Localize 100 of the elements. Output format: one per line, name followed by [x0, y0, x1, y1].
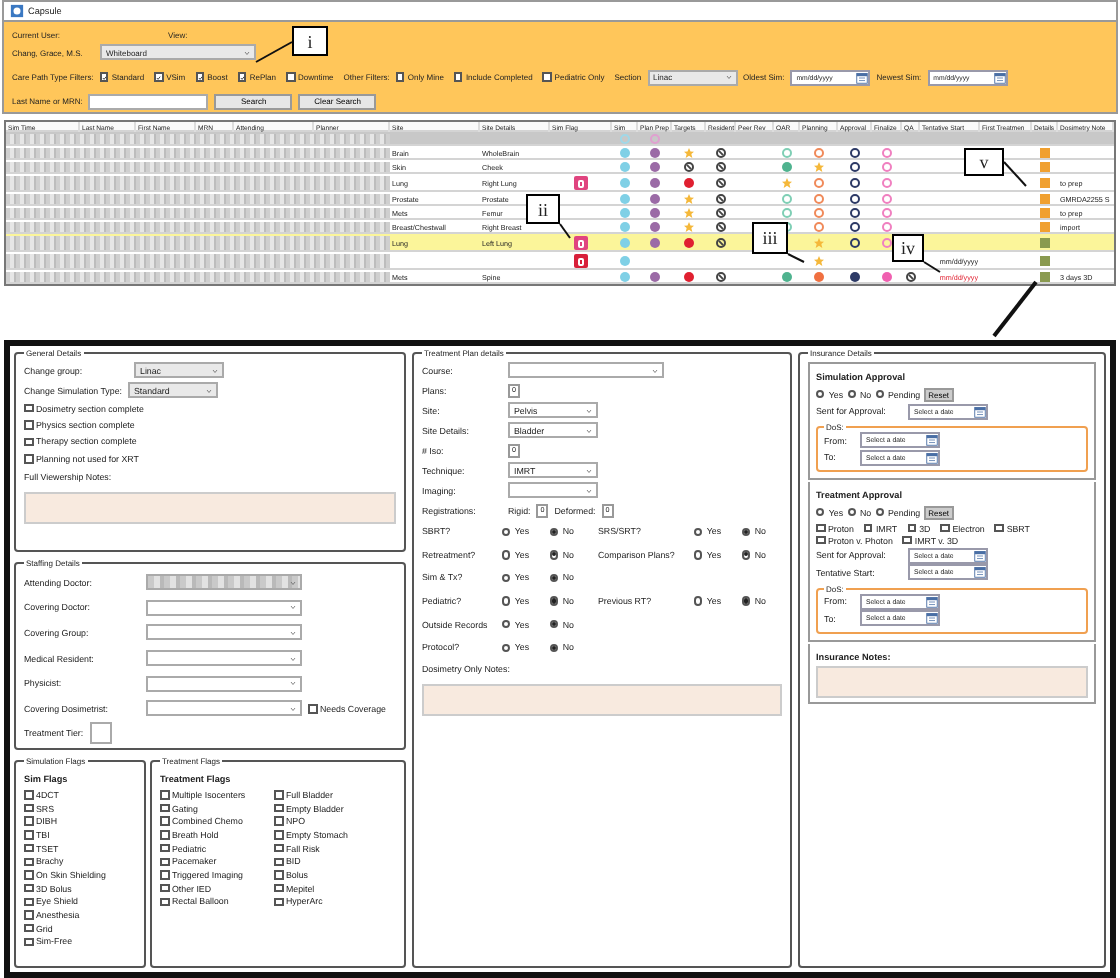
tier-field[interactable] [89, 722, 112, 745]
checkbox[interactable] [308, 704, 317, 714]
caret-icon [652, 367, 658, 373]
radio-button[interactable] [502, 550, 511, 560]
checkbox[interactable] [154, 72, 164, 82]
calendar-icon[interactable] [926, 595, 938, 608]
checkbox[interactable] [816, 535, 825, 545]
checkbox[interactable] [274, 870, 283, 880]
checkbox[interactable] [24, 403, 33, 413]
checkbox[interactable] [24, 897, 33, 907]
checkbox[interactable] [395, 72, 405, 82]
checkbox[interactable] [160, 883, 169, 893]
caret-icon [586, 427, 592, 433]
checkbox[interactable] [24, 454, 33, 464]
notes-field[interactable] [24, 491, 396, 524]
checkbox[interactable] [24, 437, 33, 447]
leader-line [1003, 161, 1027, 187]
radio-button[interactable] [502, 596, 511, 606]
radio-button[interactable] [502, 573, 511, 583]
radio-button[interactable] [694, 596, 703, 606]
radio-button[interactable] [502, 643, 511, 652]
checkbox[interactable] [274, 883, 283, 893]
checkbox[interactable] [24, 816, 33, 826]
radio-button[interactable] [816, 508, 825, 517]
calendar-icon[interactable] [926, 612, 938, 625]
checkbox[interactable] [542, 72, 552, 82]
checkbox[interactable] [24, 923, 33, 933]
checkbox[interactable] [160, 870, 169, 880]
checkbox[interactable] [24, 790, 33, 800]
checkbox[interactable] [286, 72, 295, 82]
checkbox[interactable] [863, 523, 873, 533]
caret-icon [244, 49, 250, 55]
checkbox[interactable] [453, 72, 463, 82]
checkbox[interactable] [160, 857, 169, 867]
caret-icon [205, 387, 212, 393]
checkbox[interactable] [274, 816, 283, 826]
radio-button[interactable] [550, 643, 559, 652]
checkbox[interactable] [940, 523, 950, 533]
checkbox[interactable] [24, 830, 33, 840]
radio-button[interactable] [550, 573, 559, 583]
callout-label: v [964, 148, 1004, 176]
checkbox[interactable] [274, 803, 283, 813]
radio-button[interactable] [742, 550, 751, 560]
radio-button[interactable] [550, 619, 559, 629]
leader-line [255, 41, 293, 63]
checkbox[interactable] [160, 897, 169, 907]
checkbox[interactable] [24, 937, 33, 947]
checkbox[interactable] [160, 830, 169, 840]
radio-button[interactable] [550, 550, 559, 560]
calendar-icon[interactable] [974, 566, 986, 579]
checkbox[interactable] [274, 897, 283, 907]
radio-button[interactable] [847, 508, 856, 517]
checkbox[interactable] [99, 72, 109, 82]
radio-button[interactable] [694, 550, 703, 560]
checkbox[interactable] [274, 830, 283, 840]
checkbox[interactable] [195, 72, 205, 82]
calendar-icon[interactable] [856, 71, 869, 83]
checkbox[interactable] [160, 803, 169, 813]
radio-button[interactable] [502, 527, 511, 536]
checkbox[interactable] [160, 843, 169, 853]
checkbox[interactable] [24, 870, 33, 880]
radio-button[interactable] [875, 508, 884, 517]
checkbox[interactable] [274, 790, 283, 800]
caret-icon [290, 579, 296, 586]
checkbox[interactable] [160, 816, 169, 826]
checkbox[interactable] [24, 420, 33, 430]
radio-button[interactable] [694, 527, 703, 536]
checkbox[interactable] [994, 523, 1004, 533]
radio-button[interactable] [502, 619, 511, 629]
radio-button[interactable] [816, 390, 825, 399]
callout-label: iv [892, 234, 924, 262]
search-field[interactable] [88, 93, 209, 109]
checkbox[interactable] [24, 910, 33, 920]
calendar-icon[interactable] [926, 434, 938, 447]
calendar-icon[interactable] [974, 405, 986, 418]
checkbox[interactable] [24, 857, 33, 867]
checkbox[interactable] [24, 803, 33, 813]
notes-field[interactable] [816, 665, 1088, 697]
radio-button[interactable] [847, 390, 856, 399]
calendar-icon[interactable] [993, 71, 1006, 83]
calendar-icon[interactable] [926, 451, 938, 464]
checkbox[interactable] [907, 523, 917, 533]
checkbox[interactable] [274, 843, 283, 853]
checkbox[interactable] [237, 72, 247, 82]
calendar-icon[interactable] [974, 549, 986, 562]
radio-button[interactable] [742, 596, 751, 606]
checkbox[interactable] [902, 535, 912, 545]
checkbox[interactable] [160, 790, 169, 800]
leader-line [787, 253, 805, 263]
checkbox[interactable] [24, 843, 33, 853]
checkbox[interactable] [816, 523, 825, 533]
callout-label: iii [752, 222, 788, 254]
checkbox[interactable] [24, 883, 33, 893]
radio-button[interactable] [875, 390, 884, 399]
radio-button[interactable] [742, 527, 751, 536]
callout-label: i [292, 26, 328, 56]
notes-field[interactable] [422, 683, 782, 716]
radio-button[interactable] [550, 596, 559, 606]
radio-button[interactable] [550, 527, 559, 536]
checkbox[interactable] [274, 857, 283, 867]
